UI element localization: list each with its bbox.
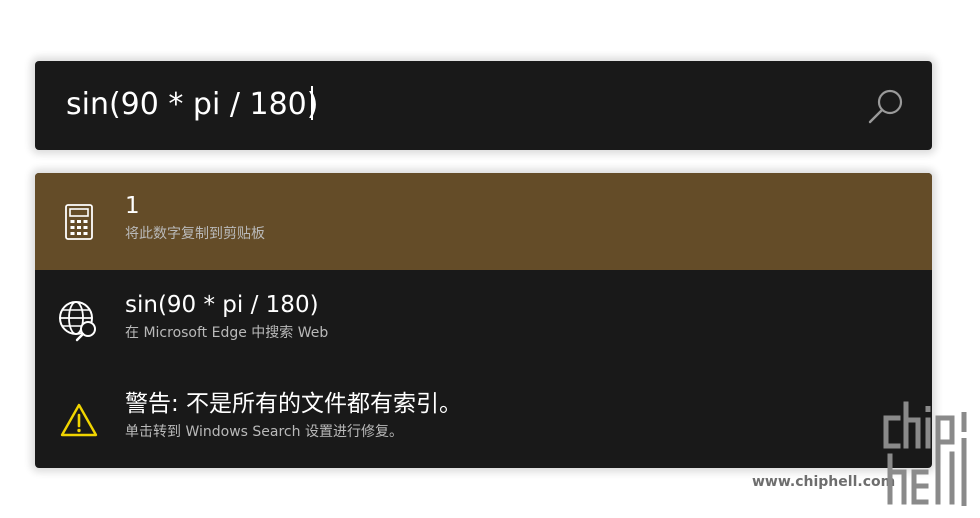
result-icon-container (57, 200, 101, 244)
globe-search-icon (59, 301, 96, 342)
search-button[interactable] (866, 87, 906, 127)
result-subtitle: 将此数字复制到剪贴板 (125, 226, 265, 242)
result-title: 1 (125, 193, 140, 219)
search-query: sin(90 * pi / 180) (66, 87, 319, 122)
text-caret (311, 86, 314, 120)
watermark-url: www.chiphell.com (752, 474, 896, 490)
result-item-warning[interactable]: 警告: 不是所有的文件都有索引。 单击转到 Windows Search 设置进… (35, 371, 932, 468)
result-title: sin(90 * pi / 180) (125, 292, 319, 318)
calculator-icon (65, 204, 93, 240)
result-icon-container (57, 398, 101, 442)
search-box: sin(90 * pi / 180) (35, 61, 932, 150)
search-input[interactable]: sin(90 * pi / 180) (66, 83, 846, 127)
result-item-web-search[interactable]: sin(90 * pi / 180) 在 Microsoft Edge 中搜索 … (35, 272, 932, 369)
search-icon (868, 89, 903, 124)
result-subtitle: 在 Microsoft Edge 中搜索 Web (125, 325, 329, 341)
chiphell-logo (883, 401, 967, 506)
results-list: 1 将此数字复制到剪贴板 sin(90 * pi / 180) 在 Micros… (35, 173, 932, 468)
result-icon-container (57, 299, 101, 343)
result-item-calculator[interactable]: 1 将此数字复制到剪贴板 (35, 173, 932, 270)
warning-icon (60, 403, 98, 437)
result-subtitle: 单击转到 Windows Search 设置进行修复。 (125, 424, 403, 440)
result-title: 警告: 不是所有的文件都有索引。 (125, 391, 463, 417)
